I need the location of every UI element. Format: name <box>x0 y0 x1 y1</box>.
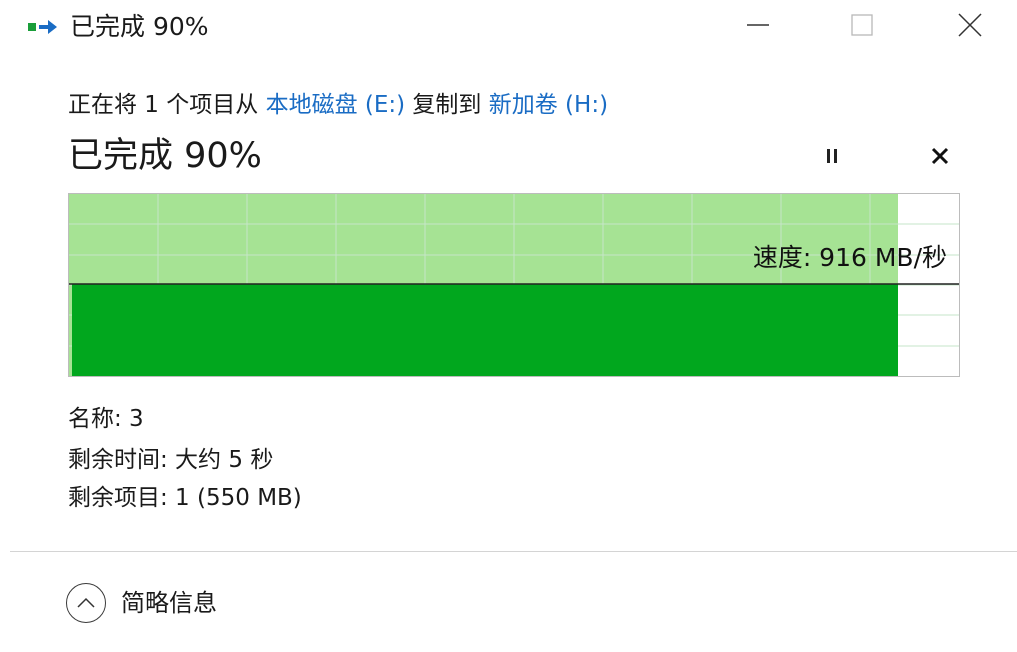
speed-graph: 速度: 916 MB/秒 <box>68 193 960 377</box>
pause-button[interactable] <box>810 140 854 176</box>
copy-middle: 复制到 <box>405 92 489 118</box>
copy-description: 正在将 1 个项目从 本地磁盘 (E:) 复制到 新加卷 (H:) <box>68 89 608 121</box>
speed-label: 速度: 916 MB/秒 <box>752 243 947 272</box>
source-link[interactable]: 本地磁盘 (E:) <box>266 92 406 118</box>
items-remaining: 剩余项目: 1 (550 MB) <box>68 485 302 511</box>
fewer-details-label: 简略信息 <box>121 589 217 617</box>
minimize-icon <box>747 14 769 40</box>
maximize-button[interactable] <box>832 4 892 50</box>
cancel-button[interactable] <box>918 140 962 176</box>
fewer-details-toggle[interactable]: 简略信息 <box>66 580 217 626</box>
speed-area <box>72 284 898 376</box>
footer-divider <box>10 551 1017 552</box>
pause-icon <box>824 147 840 169</box>
time-remaining: 剩余时间: 大约 5 秒 <box>68 447 274 473</box>
cancel-icon <box>930 146 950 170</box>
copy-prefix: 正在将 1 个项目从 <box>68 92 266 118</box>
window-title: 已完成 90% <box>70 12 209 41</box>
chevron-up-icon <box>66 583 106 623</box>
close-button[interactable] <box>940 4 1000 50</box>
destination-link[interactable]: 新加卷 (H:) <box>489 92 608 118</box>
minimize-button[interactable] <box>728 4 788 50</box>
maximize-icon <box>851 14 873 40</box>
file-name: 名称: 3 <box>68 406 144 432</box>
close-icon <box>958 13 982 41</box>
speed-graph-canvas <box>69 194 959 376</box>
title-bar: 已完成 90% <box>0 0 1017 56</box>
copy-files-icon <box>28 19 64 37</box>
progress-status: 已完成 90% <box>68 136 262 176</box>
